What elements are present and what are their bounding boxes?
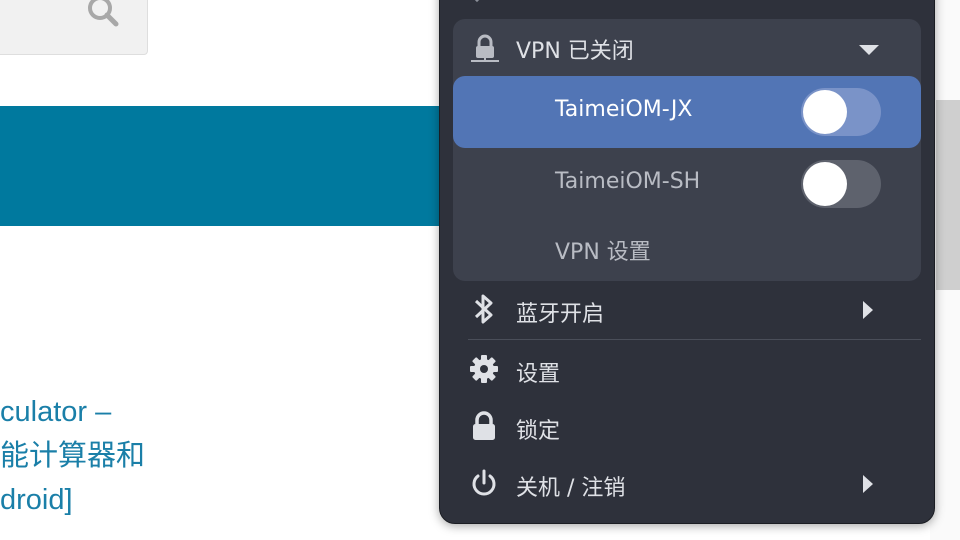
vpn-toggle-switch[interactable] <box>801 160 881 208</box>
page-banner <box>0 106 440 226</box>
article-title-line: culator – <box>0 396 112 428</box>
menu-separator <box>468 339 921 340</box>
clipped-menu-item[interactable] <box>468 0 486 8</box>
search-icon[interactable] <box>84 0 124 32</box>
vpn-submenu: VPN 已关闭 TaimeiOM-JX TaimeiOM-SH VPN 设置 <box>453 19 921 281</box>
lock-item[interactable]: 锁定 <box>453 399 921 453</box>
vpn-connection-item[interactable]: TaimeiOM-JX <box>453 76 921 148</box>
vpn-settings-item[interactable]: VPN 设置 <box>555 234 651 266</box>
power-off-label: 关机 / 注销 <box>516 476 626 501</box>
chevron-right-icon <box>862 475 874 497</box>
lock-icon <box>469 411 499 441</box>
bluetooth-item[interactable]: 蓝牙开启 <box>453 282 921 336</box>
vpn-connection-item[interactable]: TaimeiOM-SH <box>453 148 921 220</box>
page-search-box[interactable] <box>0 0 148 55</box>
vpn-header[interactable]: VPN 已关闭 <box>453 19 921 77</box>
toggle-knob <box>803 162 847 206</box>
article-title-line: droid] <box>0 484 73 516</box>
lock-label: 锁定 <box>516 419 561 444</box>
vpn-connection-name: TaimeiOM-SH <box>555 169 701 194</box>
vpn-status-label: VPN 已关闭 <box>516 39 634 64</box>
chevron-right-icon <box>862 301 874 323</box>
article-title-link[interactable]: culator – 能计算器和 droid] <box>0 390 440 522</box>
bluetooth-label: 蓝牙开启 <box>516 302 605 327</box>
chevron-down-icon <box>858 42 880 61</box>
gear-icon <box>469 354 499 384</box>
vpn-connection-name: TaimeiOM-JX <box>555 97 693 122</box>
network-vpn-icon <box>469 32 501 68</box>
power-off-item[interactable]: 关机 / 注销 <box>453 456 921 510</box>
settings-label: 设置 <box>516 362 561 387</box>
vpn-toggle-switch[interactable] <box>801 88 881 136</box>
toggle-knob <box>803 90 847 134</box>
chevron-down-icon <box>474 0 480 3</box>
page-scrollbar-thumb[interactable] <box>936 100 960 290</box>
bluetooth-icon <box>469 294 499 324</box>
article-title-line: 能计算器和 <box>0 440 146 472</box>
power-icon <box>469 468 499 498</box>
settings-item[interactable]: 设置 <box>453 342 921 396</box>
